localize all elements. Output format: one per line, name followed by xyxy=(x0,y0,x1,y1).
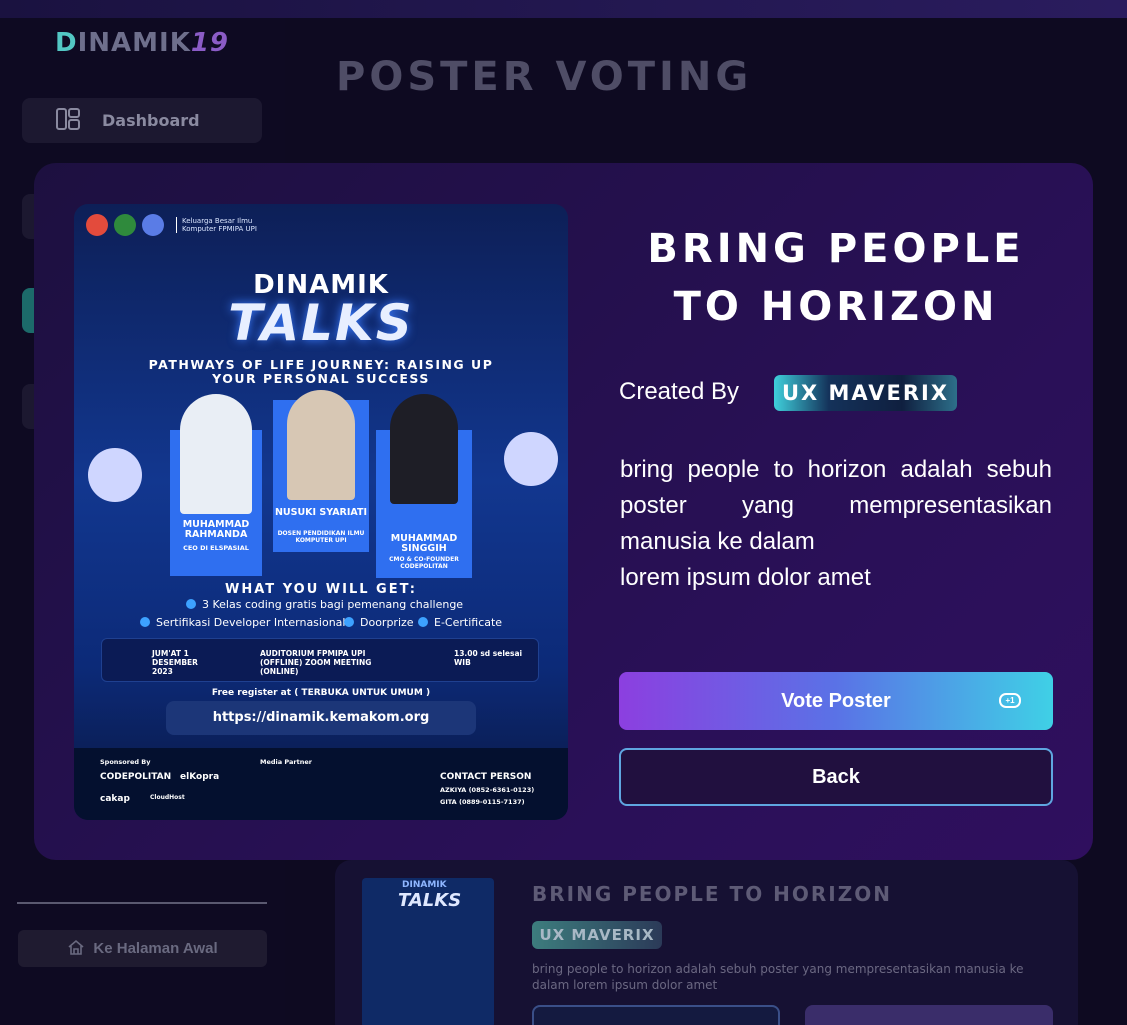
poster-benefits-title: WHAT YOU WILL GET: xyxy=(225,582,417,597)
poster-register: Free register at ( TERBUKA UNTUK UMUM ) xyxy=(211,688,431,698)
poster-description: bring people to horizon adalah sebuh pos… xyxy=(620,456,1052,591)
back-button-label: Back xyxy=(812,765,860,788)
sidebar-divider xyxy=(17,902,267,904)
card-description: bring people to horizon adalah sebuh pos… xyxy=(532,962,1024,992)
poster-benefit: Doorprize xyxy=(344,616,414,629)
vote-poster-button[interactable]: Vote Poster +1 xyxy=(619,672,1053,730)
dinamik-logo-icon xyxy=(142,214,164,236)
robot-mascot-icon xyxy=(88,448,142,502)
poster-org-header: Keluarga Besar Ilmu Komputer FPMIPA UPI xyxy=(86,214,276,236)
poster-event-info: JUM'AT 1 DESEMBER 2023 AUDITORIUM FPMIPA… xyxy=(101,638,539,682)
poster-subtitle: PATHWAYS OF LIFE JOURNEY: RAISING UP YOU… xyxy=(148,357,494,386)
poster-thumbnail[interactable]: DINAMIK TALKS xyxy=(362,878,494,1025)
dashboard-icon xyxy=(56,107,80,134)
vote-button-label: Vote Poster xyxy=(781,689,891,712)
fpmipa-logo-icon xyxy=(114,214,136,236)
speaker-card: NUSUKI SYARIATI DOSEN PENDIDIKAN ILMU KO… xyxy=(273,390,369,552)
robot-mascot-icon xyxy=(504,432,558,486)
upi-logo-icon xyxy=(86,214,108,236)
back-button[interactable]: Back xyxy=(619,748,1053,806)
home-button[interactable]: Ke Halaman Awal xyxy=(18,930,267,967)
poster-benefit: 3 Kelas coding gratis bagi pemenang chal… xyxy=(186,598,463,611)
creator-badge: UX MAVERIX xyxy=(774,375,957,411)
card-vote-button[interactable] xyxy=(805,1005,1053,1025)
page-title: POSTER VOTING xyxy=(336,54,753,100)
poster-benefit: Sertifikasi Developer Internasional xyxy=(140,616,345,629)
sidebar-item-label: Dashboard xyxy=(102,111,200,130)
top-bar xyxy=(0,0,1127,18)
poster-title: BRING PEOPLE TO HORIZON xyxy=(647,226,1025,330)
sidebar-item-dashboard[interactable]: Dashboard xyxy=(22,98,262,143)
card-detail-button[interactable] xyxy=(532,1005,780,1025)
poster-footer: Sponsored By CODEPOLITAN elKopra cakap C… xyxy=(74,748,568,820)
poster-image: Keluarga Besar Ilmu Komputer FPMIPA UPI … xyxy=(74,204,568,820)
poster-headline: TALKS xyxy=(228,294,414,352)
home-label: Ke Halaman Awal xyxy=(93,940,218,957)
poster-benefit: E-Certificate xyxy=(418,616,502,629)
plus-one-icon: +1 xyxy=(999,693,1021,708)
home-icon xyxy=(67,939,85,959)
speaker-card: MUHAMMAD SINGGIH CMO & CO-FOUNDER CODEPO… xyxy=(376,394,472,578)
app-logo[interactable]: DINAMIK19 xyxy=(55,28,229,58)
poster-url: https://dinamik.kemakom.org xyxy=(166,701,476,735)
speaker-card: MUHAMMAD RAHMANDA CEO DI ELSPASIAL xyxy=(170,394,262,576)
created-by-label: Created By xyxy=(619,378,740,405)
creator-badge: UX MAVERIX xyxy=(532,921,662,949)
card-title: BRING PEOPLE TO HORIZON xyxy=(532,882,892,906)
